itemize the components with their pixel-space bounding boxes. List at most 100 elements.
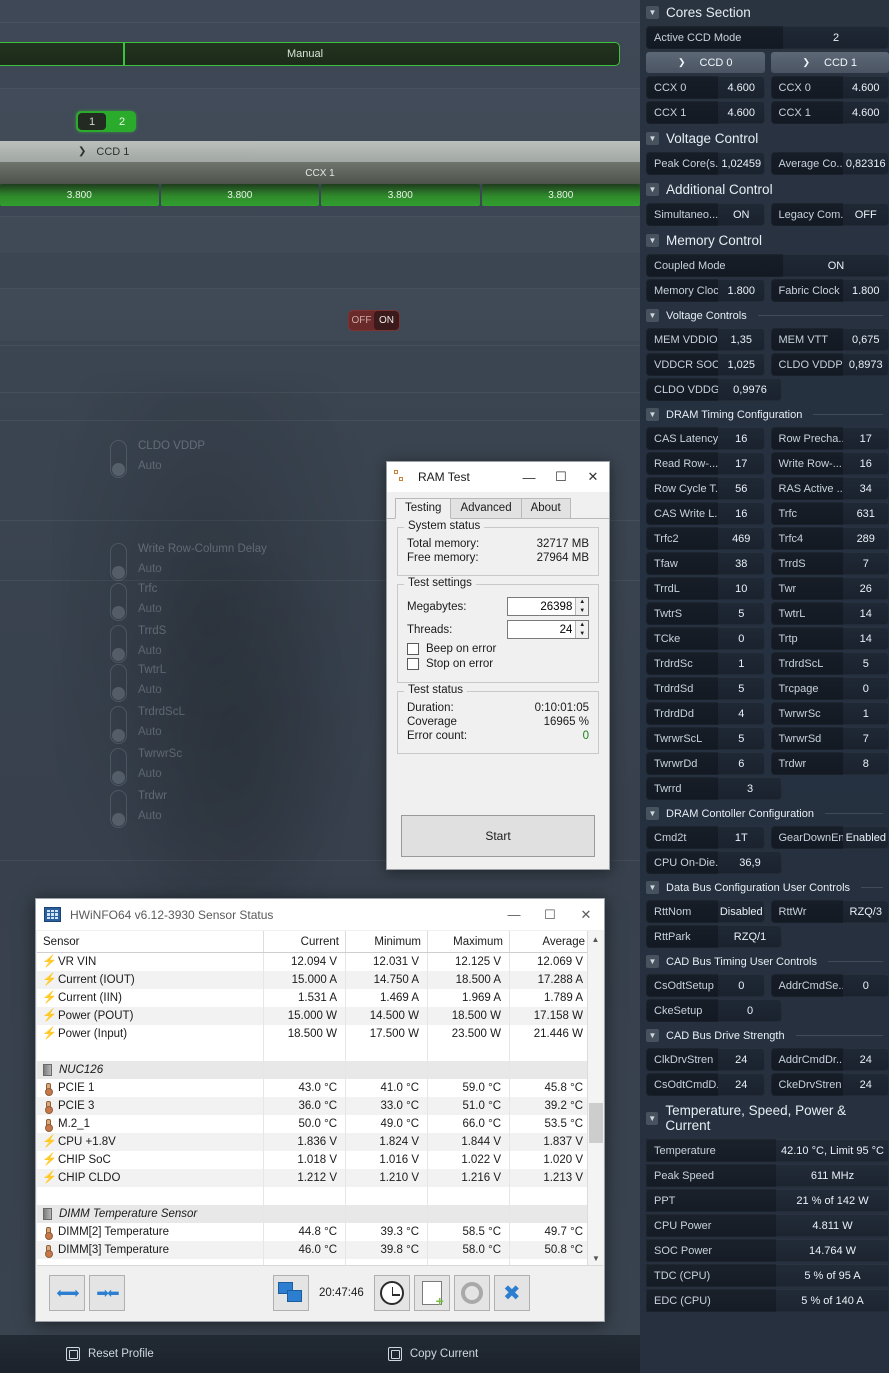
feature-on-off-toggle[interactable]: OFF ON <box>348 310 400 331</box>
dram-timing-cell[interactable]: Read Row-... 17 <box>646 452 765 475</box>
section-header-voltage-controls[interactable]: ▼ Voltage Controls <box>640 304 889 326</box>
section-header-cad-bus-drive[interactable]: ▼ CAD Bus Drive Strength <box>640 1024 889 1046</box>
section-header-cores[interactable]: ▼ Cores Section <box>640 0 889 24</box>
dram-timing-cell[interactable]: Row Cycle T... 56 <box>646 477 765 500</box>
dram-timing-cell[interactable]: TrrdS 7 <box>770 552 889 575</box>
stepper-up-icon[interactable]: ▲ <box>576 598 588 607</box>
vddcr-soc-cell[interactable]: VDDCR SOC 1,025 <box>646 353 765 376</box>
megabytes-input[interactable] <box>508 598 576 615</box>
close-icon[interactable]: ✕ <box>577 462 609 492</box>
column-header-minimum[interactable]: Minimum <box>346 931 428 952</box>
dram-timing-cell[interactable]: Trcpage 0 <box>770 677 889 700</box>
close-sensors-button[interactable]: ✖ <box>493 1275 530 1311</box>
copy-current-button[interactable]: Copy Current <box>387 1347 478 1361</box>
column-header-current[interactable]: Current <box>264 931 346 952</box>
cad-bus-timing-cell[interactable]: AddrCmdSe... 0 <box>770 974 889 997</box>
reset-profile-button[interactable]: Reset Profile <box>66 1347 154 1361</box>
data-bus-cell[interactable]: RttNom Disabled <box>646 900 765 923</box>
section-header-cad-bus-timing[interactable]: ▼ CAD Bus Timing User Controls <box>640 950 889 972</box>
dram-timing-cell[interactable]: TrdrdDd 4 <box>646 702 765 725</box>
scroll-up-icon[interactable]: ▲ <box>588 931 603 947</box>
ccd1-header-row[interactable]: ❯ CCD 1 <box>0 141 640 162</box>
column-header-average[interactable]: Average <box>510 931 592 952</box>
minimize-icon[interactable]: — <box>496 899 532 930</box>
coupled-mode-row[interactable]: Coupled Mode ON <box>646 254 889 277</box>
average-core-voltage-cell[interactable]: Average Co... 0,82316 <box>770 152 889 175</box>
dram-timing-cell[interactable]: TrdrdScL 5 <box>770 652 889 675</box>
cad-bus-drive-cell[interactable]: AddrCmdDr... 24 <box>770 1048 889 1071</box>
checkbox-icon[interactable] <box>407 658 419 670</box>
ccd0-header[interactable]: ❯ CCD 0 <box>646 52 765 73</box>
stepper-down-icon[interactable]: ▼ <box>576 630 588 639</box>
ccd1-header[interactable]: ❯ CCD 1 <box>770 52 889 73</box>
toggle-option-off[interactable]: OFF <box>349 311 374 330</box>
beep-on-error-checkbox[interactable]: Beep on error <box>407 643 589 655</box>
tab-about[interactable]: About <box>520 498 571 518</box>
dram-controller-cell[interactable]: GearDownEn Enabled <box>770 826 889 849</box>
stepper-up-icon[interactable]: ▲ <box>576 621 588 630</box>
settings-button[interactable] <box>453 1275 490 1311</box>
core-frequency-cell[interactable]: 3.800 <box>0 184 159 206</box>
tab-advanced[interactable]: Advanced <box>450 498 522 518</box>
close-icon[interactable]: ✕ <box>568 899 604 930</box>
ccd0-ccx1-cell[interactable]: CCX 1 4.600 <box>646 101 765 124</box>
maximize-icon[interactable]: ☐ <box>532 899 568 930</box>
core-frequency-cell[interactable]: 3.800 <box>321 184 480 206</box>
stop-on-error-checkbox[interactable]: Stop on error <box>407 658 589 670</box>
megabytes-stepper[interactable]: ▲ ▼ <box>507 597 589 616</box>
data-bus-cell[interactable]: RttPark RZQ/1 <box>646 925 782 948</box>
dram-timing-cell[interactable]: TrrdL 10 <box>646 577 765 600</box>
dram-timing-cell[interactable]: Trfc2 469 <box>646 527 765 550</box>
table-row[interactable]: Current (IOUT) 15.000 A14.750 A18.500 A17… <box>37 971 603 989</box>
megabytes-stepper-arrows[interactable]: ▲ ▼ <box>575 598 588 615</box>
scroll-down-icon[interactable]: ▼ <box>588 1250 604 1266</box>
column-header-sensor[interactable]: Sensor <box>37 931 264 952</box>
cldo-vddg-cell[interactable]: CLDO VDDG 0,9976 <box>646 378 782 401</box>
mem-vddio-cell[interactable]: MEM VDDIO 1,35 <box>646 328 765 351</box>
ccd1-ccx1-cell[interactable]: CCX 1 4.600 <box>770 101 889 124</box>
threads-input[interactable] <box>508 621 576 638</box>
section-header-dram-controller[interactable]: ▼ DRAM Contoller Configuration <box>640 802 889 824</box>
ccd1-ccx0-cell[interactable]: CCX 0 4.600 <box>770 76 889 99</box>
stepper-down-icon[interactable]: ▼ <box>576 607 588 616</box>
dram-timing-cell[interactable]: TwrwrSd 7 <box>770 727 889 750</box>
dram-timing-cell[interactable]: Trfc4 289 <box>770 527 889 550</box>
cad-bus-timing-cell[interactable]: CkeSetup 0 <box>646 999 782 1022</box>
core-frequency-cell[interactable]: 3.800 <box>481 184 640 206</box>
ccd-toggle-option-2[interactable]: 2 <box>108 111 136 132</box>
table-row[interactable]: M.2_1 50.0 °C 49.0 °C 66.0 °C 53.5 °C <box>37 1115 603 1133</box>
dram-timing-cell[interactable]: TrdrdSd 5 <box>646 677 765 700</box>
nav-collapse-button[interactable]: ➡⬅ <box>89 1275 125 1311</box>
nav-expand-button[interactable]: ⬅➡ <box>49 1275 85 1311</box>
cldo-vddp-cell[interactable]: CLDO VDDP 0,8973 <box>770 353 889 376</box>
dram-timing-cell[interactable]: Write Row-... 16 <box>770 452 889 475</box>
table-row[interactable]: VR VIN 12.094 V12.031 V12.125 V12.069 V <box>37 953 603 971</box>
dram-timing-cell[interactable]: Twrrd 3 <box>646 777 782 800</box>
table-row[interactable]: Power (Input) 18.500 W17.500 W23.500 W21.… <box>37 1025 603 1043</box>
dram-timing-cell[interactable]: Trfc 631 <box>770 502 889 525</box>
dram-timing-cell[interactable]: Twr 26 <box>770 577 889 600</box>
remote-monitoring-button[interactable] <box>273 1275 309 1311</box>
cad-bus-drive-cell[interactable]: CsOdtCmdD... 24 <box>646 1073 765 1096</box>
dram-timing-cell[interactable]: TwrwrDd 6 <box>646 752 765 775</box>
peak-core-voltage-cell[interactable]: Peak Core(s... 1,02459 <box>646 152 765 175</box>
section-header-memory-control[interactable]: ▼ Memory Control <box>640 228 889 252</box>
section-header-temp-speed-power[interactable]: ▼ Temperature, Speed, Power & Current <box>640 1098 889 1137</box>
polling-interval-button[interactable] <box>373 1275 410 1311</box>
table-row[interactable]: DIMM[2] Temperature 44.8 °C 39.3 °C 58.5 °C… <box>37 1223 603 1241</box>
ram-test-titlebar[interactable]: RAM Test — ☐ ✕ <box>387 462 609 492</box>
table-row[interactable]: DIMM[3] Temperature 46.0 °C 39.8 °C 58.0 °C… <box>37 1241 603 1259</box>
section-header-data-bus[interactable]: ▼ Data Bus Configuration User Controls <box>640 876 889 898</box>
cad-bus-drive-cell[interactable]: ClkDrvStren 24 <box>646 1048 765 1071</box>
ccd-count-toggle[interactable]: 1 2 <box>76 111 136 132</box>
threads-stepper-arrows[interactable]: ▲ ▼ <box>575 621 588 638</box>
sensor-grid-scrollbar[interactable]: ▲ ▼ <box>587 931 603 1266</box>
checkbox-icon[interactable] <box>407 643 419 655</box>
core-frequency-cell[interactable]: 3.800 <box>160 184 319 206</box>
dram-timing-cell[interactable]: TwrwrScL 5 <box>646 727 765 750</box>
mem-vtt-cell[interactable]: MEM VTT 0,675 <box>770 328 889 351</box>
dram-timing-cell[interactable]: RAS Active ... 34 <box>770 477 889 500</box>
memory-clock-cell[interactable]: Memory Clock 1.800 <box>646 279 765 302</box>
threads-stepper[interactable]: ▲ ▼ <box>507 620 589 639</box>
cad-bus-drive-cell[interactable]: CkeDrvStren 24 <box>770 1073 889 1096</box>
